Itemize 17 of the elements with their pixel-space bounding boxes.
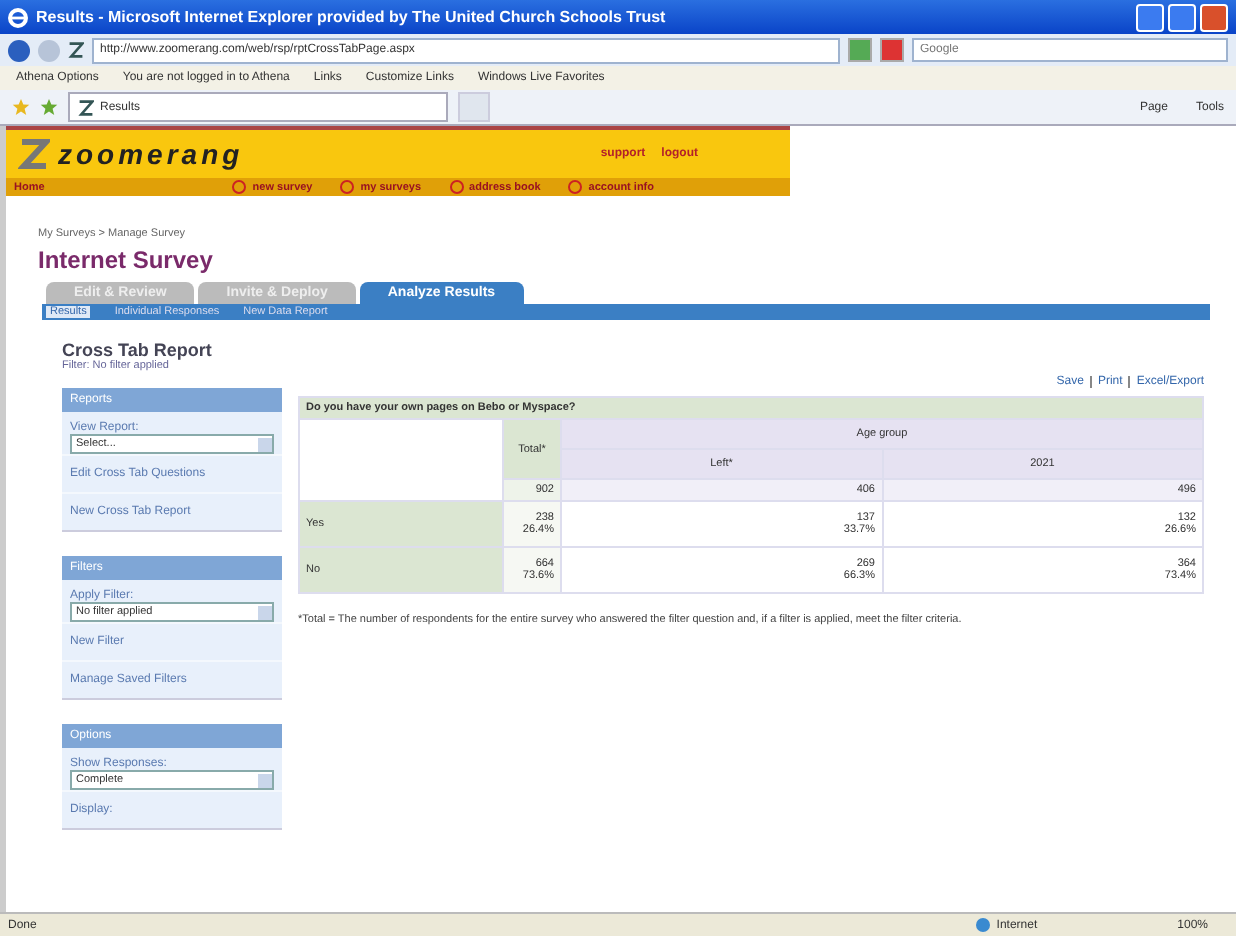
globe-icon (976, 918, 991, 932)
browser-logo-icon (8, 7, 28, 27)
minimize-button[interactable] (1136, 3, 1164, 31)
back-button[interactable] (8, 39, 30, 61)
maximize-button[interactable] (1168, 3, 1196, 31)
site-logo: zoomerang (58, 138, 244, 170)
stop-button[interactable] (880, 38, 904, 62)
survey-title: Internet Survey (36, 244, 215, 274)
logo-mark-icon (18, 138, 50, 170)
close-button[interactable] (1200, 3, 1228, 31)
site-icon (68, 42, 84, 58)
forward-button[interactable] (38, 39, 60, 61)
site-icon (78, 99, 94, 115)
add-favorite-icon[interactable] (40, 98, 58, 116)
report-title: Cross Tab Report (60, 338, 214, 360)
favorites-star-icon[interactable] (12, 98, 30, 116)
window-title: Results - Microsoft Internet Explorer provided by The United Church Schools Trust (36, 8, 668, 26)
